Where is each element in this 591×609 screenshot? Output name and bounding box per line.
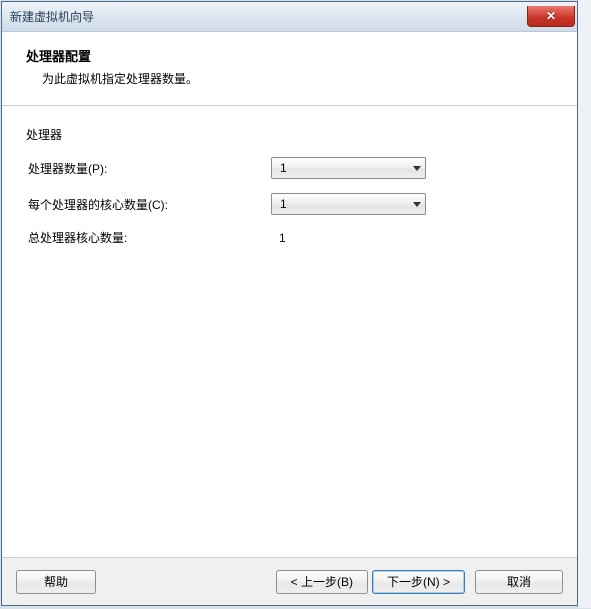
dropdown-processor-count-value: 1: [280, 161, 287, 175]
nav-button-group: < 上一步(B) 下一步(N) >: [276, 570, 465, 594]
next-button[interactable]: 下一步(N) >: [372, 570, 465, 594]
help-button[interactable]: 帮助: [16, 570, 96, 594]
dropdown-processor-count[interactable]: 1: [271, 157, 426, 179]
wizard-content: 处理器 处理器数量(P): 1 每个处理器的核心数量(C): 1 总处理器核心数…: [2, 106, 577, 532]
close-icon: ✕: [546, 9, 556, 23]
back-button[interactable]: < 上一步(B): [276, 570, 368, 594]
page-title: 处理器配置: [26, 46, 553, 65]
chevron-down-icon: [413, 166, 421, 171]
row-processor-count: 处理器数量(P): 1: [26, 157, 553, 179]
window-title: 新建虚拟机向导: [10, 8, 94, 25]
group-label-processors: 处理器: [26, 126, 553, 143]
label-total-cores: 总处理器核心数量:: [26, 229, 271, 246]
page-subtitle: 为此虚拟机指定处理器数量。: [26, 70, 553, 87]
background-strip: [577, 0, 591, 608]
dropdown-cores-per-processor-value: 1: [280, 197, 287, 211]
chevron-down-icon: [413, 202, 421, 207]
row-total-cores: 总处理器核心数量: 1: [26, 229, 553, 246]
wizard-header: 处理器配置 为此虚拟机指定处理器数量。: [2, 32, 577, 106]
cancel-button[interactable]: 取消: [475, 570, 563, 594]
row-cores-per-processor: 每个处理器的核心数量(C): 1: [26, 193, 553, 215]
dropdown-cores-per-processor[interactable]: 1: [271, 193, 426, 215]
close-button[interactable]: ✕: [527, 6, 575, 27]
button-bar: 帮助 < 上一步(B) 下一步(N) > 取消: [2, 557, 577, 605]
label-processor-count: 处理器数量(P):: [26, 160, 271, 177]
wizard-window: 新建虚拟机向导 ✕ 处理器配置 为此虚拟机指定处理器数量。 处理器 处理器数量(…: [1, 1, 578, 606]
value-total-cores: 1: [271, 231, 286, 245]
label-cores-per-processor: 每个处理器的核心数量(C):: [26, 196, 271, 213]
titlebar: 新建虚拟机向导 ✕: [2, 2, 577, 32]
